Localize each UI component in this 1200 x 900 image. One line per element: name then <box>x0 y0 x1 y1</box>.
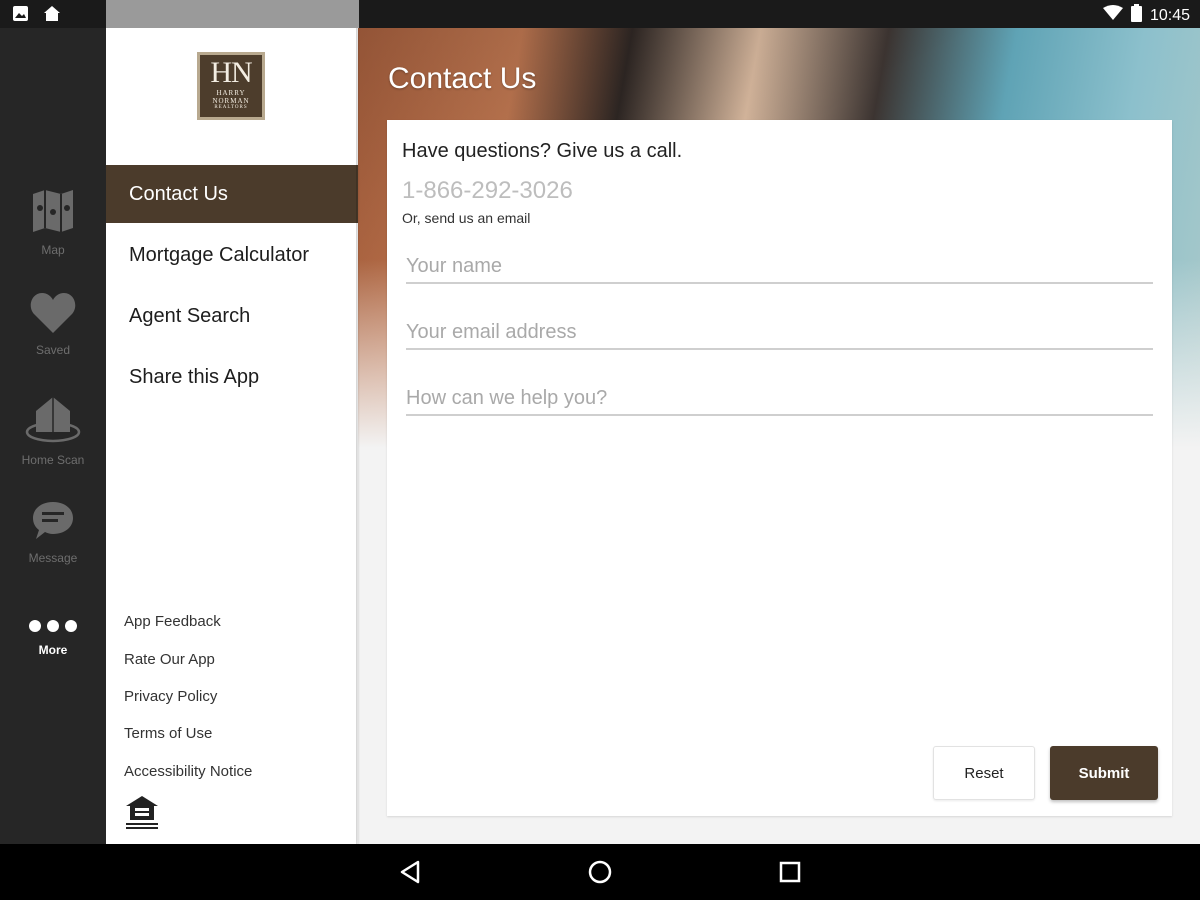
drawer-item-label: Contact Us <box>129 182 228 205</box>
rate-app-link[interactable]: Rate Our App <box>124 651 215 668</box>
battery-icon <box>1130 4 1142 27</box>
navigation-drawer: HN HARRY NORMAN REALTORS Contact Us Mort… <box>106 28 358 844</box>
equal-housing-icon <box>124 794 160 835</box>
privacy-policy-link[interactable]: Privacy Policy <box>124 688 217 705</box>
rail-label: Message <box>28 551 78 565</box>
email-field[interactable] <box>406 316 1153 350</box>
rail-item-message[interactable]: Message <box>0 500 106 565</box>
rail-label: Map <box>41 243 65 257</box>
status-bar: 10:45 <box>0 0 1200 28</box>
terms-of-use-link[interactable]: Terms of Use <box>124 725 212 742</box>
page-title: Contact Us <box>388 62 537 95</box>
house-scan-icon <box>25 394 81 447</box>
bottom-tab-rail: Map Saved Home Scan Message More <box>0 28 106 844</box>
recents-icon[interactable] <box>776 858 804 886</box>
drawer-item-label: Agent Search <box>129 304 251 327</box>
rail-item-map[interactable]: Map <box>0 188 106 257</box>
drawer-shadow <box>356 28 360 844</box>
drawer-item-contact-us[interactable]: Contact Us <box>106 165 358 223</box>
phone-number-link[interactable]: 1-866-292-3026 <box>402 177 573 205</box>
status-time: 10:45 <box>1149 6 1190 24</box>
email-note: Or, send us an email <box>402 210 531 226</box>
harry-norman-logo: HN HARRY NORMAN REALTORS <box>197 52 265 120</box>
wifi-icon <box>1102 5 1123 26</box>
drawer-item-mortgage-calculator[interactable]: Mortgage Calculator <box>106 226 358 284</box>
map-icon <box>31 188 75 237</box>
rail-item-more[interactable]: More <box>0 618 106 657</box>
name-field[interactable] <box>406 250 1153 284</box>
chat-icon <box>31 500 75 545</box>
drawer-item-label: Share this App <box>129 365 260 388</box>
image-icon <box>12 5 29 27</box>
drawer-item-agent-search[interactable]: Agent Search <box>106 287 358 345</box>
back-icon[interactable] <box>396 858 424 886</box>
submit-button[interactable]: Submit <box>1050 746 1158 800</box>
rail-label: Home Scan <box>21 453 85 467</box>
message-field[interactable] <box>406 382 1153 416</box>
call-heading: Have questions? Give us a call. <box>402 140 683 162</box>
contact-form-card: Have questions? Give us a call. 1-866-29… <box>387 120 1172 816</box>
reset-button[interactable]: Reset <box>933 746 1035 800</box>
contact-us-screen: Contact Us Have questions? Give us a cal… <box>358 28 1200 844</box>
home-icon <box>43 5 61 27</box>
heart-icon <box>30 292 76 337</box>
status-bar-drawer-segment <box>106 0 359 28</box>
app-feedback-link[interactable]: App Feedback <box>124 613 221 630</box>
drawer-item-label: Mortgage Calculator <box>129 243 310 266</box>
more-dots-icon <box>28 618 78 637</box>
home-circle-icon[interactable] <box>586 858 614 886</box>
rail-label: Saved <box>35 343 71 357</box>
rail-item-home-scan[interactable]: Home Scan <box>0 394 106 467</box>
accessibility-notice-link[interactable]: Accessibility Notice <box>124 763 252 780</box>
drawer-item-share-app[interactable]: Share this App <box>106 348 358 406</box>
rail-item-saved[interactable]: Saved <box>0 292 106 357</box>
system-nav-bar <box>0 844 1200 900</box>
rail-label: More <box>38 643 68 657</box>
